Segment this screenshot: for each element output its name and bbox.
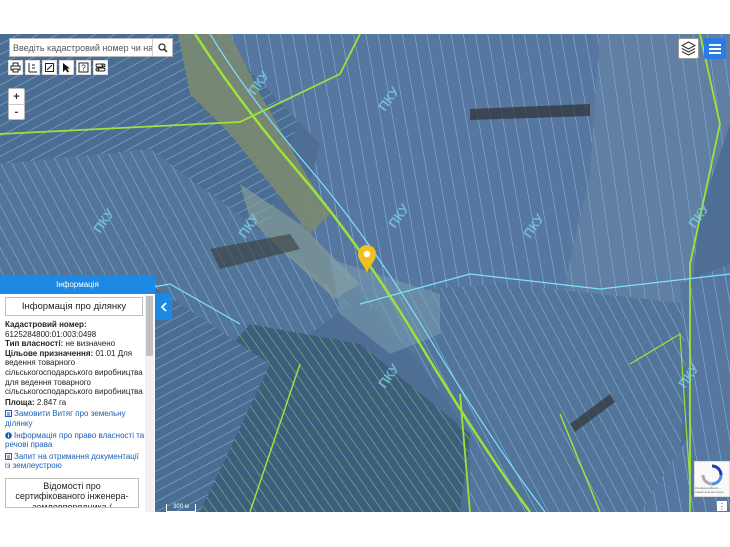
identify-button[interactable]: ? xyxy=(76,60,91,75)
search-input[interactable] xyxy=(10,39,152,56)
cadastral-number-label: Кадастровий номер: xyxy=(5,320,87,329)
stacked-layers-icon xyxy=(681,41,696,56)
document-icon xyxy=(5,410,12,418)
layers-toggle-icon xyxy=(95,63,106,72)
collapse-panel-button[interactable] xyxy=(155,293,172,320)
measure-area-button[interactable] xyxy=(42,60,57,75)
pointer-icon xyxy=(63,63,70,73)
order-extract-link-text: Замовити Витяг про земельну ділянку xyxy=(5,409,126,428)
parcel-info-panel: Інформація Інформація про ділянку Кадаст… xyxy=(0,275,155,512)
info-panel-body: Інформація про ділянку Кадастровий номер… xyxy=(0,294,155,508)
ownership-info-link[interactable]: Інформація про право власності та речові… xyxy=(5,431,145,450)
zoom-in-button[interactable]: + xyxy=(9,89,24,104)
print-icon xyxy=(10,62,21,73)
purpose-row: Цільове призначення: 01.01 Для ведення т… xyxy=(5,349,145,397)
ownership-info-link-text: Інформація про право власності та речові… xyxy=(5,430,145,450)
search-button[interactable] xyxy=(152,39,172,56)
ownership-value: не визначено xyxy=(65,339,116,349)
recaptcha-text: Конфіденційність - Умови використання xyxy=(695,486,724,494)
recaptcha-icon xyxy=(701,464,723,486)
pointer-button[interactable] xyxy=(59,60,74,75)
measure-area-icon xyxy=(45,63,54,72)
basemap-layers-button[interactable] xyxy=(678,38,699,59)
recaptcha-badge[interactable]: Конфіденційність - Умови використання xyxy=(694,461,730,497)
area-value: 2.847 га xyxy=(36,397,67,407)
layers-toggle-button[interactable] xyxy=(93,60,108,75)
document-icon xyxy=(5,452,12,460)
documentation-request-link[interactable]: Запит на отримання документації із земле… xyxy=(5,452,145,471)
main-menu-button[interactable] xyxy=(704,38,726,59)
area-label: Площа: xyxy=(5,397,35,407)
svg-text:?: ? xyxy=(81,64,86,73)
cadastral-number-row: Кадастровий номер: 6125284800:01:003:049… xyxy=(5,320,145,339)
map-toolbar: ? xyxy=(8,60,108,75)
print-button[interactable] xyxy=(8,60,23,75)
chevron-left-icon xyxy=(160,301,167,312)
order-extract-link[interactable]: Замовити Витяг про земельну ділянку xyxy=(5,409,145,428)
recaptcha-expand-icon[interactable]: ⋮ xyxy=(717,501,727,511)
certified-engineer-box: Відомості про сертифікованого інженера-з… xyxy=(5,477,139,508)
measure-length-icon xyxy=(28,63,37,73)
hamburger-menu-icon xyxy=(709,43,721,54)
zoom-out-button[interactable]: - xyxy=(9,104,24,119)
purpose-label: Цільове призначення: xyxy=(5,348,94,358)
parcel-info-title: Інформація про ділянку xyxy=(5,297,143,316)
search-box xyxy=(9,38,173,57)
info-panel-scrollbar-thumb[interactable] xyxy=(146,296,153,356)
area-row: Площа: 2.847 га xyxy=(5,398,145,408)
zoom-control: + - xyxy=(8,88,25,120)
ownership-row: Тип власності: не визначено xyxy=(5,339,145,349)
map-scale-bar: 300 м xyxy=(166,504,196,512)
page: ПКУ ПКУ ПКУ ПКУ ПКУ ПКУ ПКУ ПКУ ПКУ Введ… xyxy=(0,0,730,547)
identify-icon: ? xyxy=(78,62,89,73)
cadastral-number-value: 6125284800:01:003:0498 xyxy=(5,329,97,339)
measure-length-button[interactable] xyxy=(25,60,40,75)
ownership-label: Тип власності: xyxy=(5,339,64,349)
search-icon xyxy=(157,42,168,53)
info-icon xyxy=(5,431,12,439)
documentation-request-link-text: Запит на отримання документації із земле… xyxy=(5,451,139,471)
info-panel-header: Інформація xyxy=(0,275,155,294)
